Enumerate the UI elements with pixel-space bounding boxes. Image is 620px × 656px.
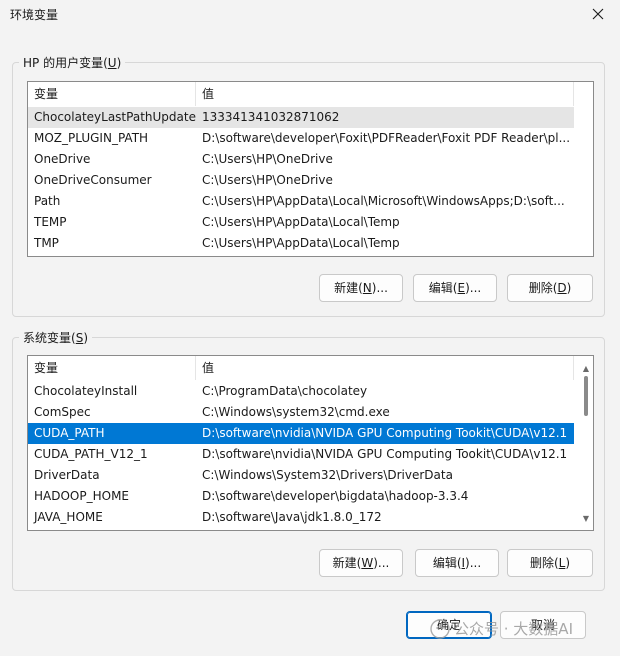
system-variables-group: 系统变量(S) 变量 值 ChocolateyInstall C:\Program… [12, 329, 605, 591]
table-row[interactable]: TEMP C:\Users\HP\AppData\Local\Temp [28, 212, 574, 233]
system-variables-legend: 系统变量(S) [19, 329, 92, 346]
vertical-scrollbar[interactable]: ▲ ▼ [579, 356, 593, 530]
wechat-logo-icon [430, 618, 450, 639]
close-icon [592, 8, 604, 20]
user-delete-button[interactable]: 删除(D) [507, 274, 593, 302]
table-row[interactable]: TMP C:\Users\HP\AppData\Local\Temp [28, 233, 574, 254]
column-header-value[interactable]: 值 [196, 82, 574, 106]
system-new-button[interactable]: 新建(W)... [319, 549, 403, 577]
column-header-variable[interactable]: 变量 [28, 356, 196, 380]
environment-variables-dialog: 环境变量 HP 的用户变量(U) 变量 值 ChocolateyLastPath… [0, 0, 620, 656]
system-edit-button[interactable]: 编辑(I)... [415, 549, 499, 577]
table-row[interactable]: OneDrive C:\Users\HP\OneDrive [28, 149, 574, 170]
user-variables-group: HP 的用户变量(U) 变量 值 ChocolateyLastPathUpdat… [12, 54, 605, 317]
table-row[interactable]: ChocolateyInstall C:\ProgramData\chocolat… [28, 381, 574, 402]
column-header-variable[interactable]: 变量 [28, 82, 196, 106]
user-edit-button[interactable]: 编辑(E)... [413, 274, 497, 302]
system-variable-rows: ChocolateyInstall C:\ProgramData\chocolat… [28, 381, 574, 528]
window-title: 环境变量 [10, 8, 59, 22]
user-new-button[interactable]: 新建(N)... [319, 274, 403, 302]
watermark: 公众号 · 大数据AI [430, 618, 573, 639]
close-button[interactable] [584, 2, 612, 26]
scroll-up-arrow-icon[interactable]: ▲ [581, 364, 591, 374]
list-header: 变量 值 [28, 356, 574, 380]
title-bar: 环境变量 [0, 0, 620, 30]
table-row[interactable]: OneDriveConsumer C:\Users\HP\OneDrive [28, 170, 574, 191]
table-row[interactable]: ChocolateyLastPathUpdate 1333413410328710… [28, 107, 574, 128]
scroll-thumb[interactable] [584, 376, 588, 416]
table-row[interactable]: Path C:\Users\HP\AppData\Local\Microsoft\… [28, 191, 574, 212]
watermark-text: 公众号 · 大数据AI [454, 620, 573, 638]
user-variables-legend: HP 的用户变量(U) [19, 54, 126, 71]
table-row[interactable]: DriverData C:\Windows\System32\Drivers\Dr… [28, 465, 574, 486]
user-variables-list[interactable]: 变量 值 ChocolateyLastPathUpdate 13334134103… [27, 81, 594, 257]
table-row[interactable]: HADOOP_HOME D:\software\developer\bigdata… [28, 486, 574, 507]
table-row[interactable]: CUDA_PATH_V12_1 D:\software\nvidia\NVIDA … [28, 444, 574, 465]
list-header: 变量 值 [28, 82, 574, 106]
column-header-value[interactable]: 值 [196, 356, 574, 380]
scroll-down-arrow-icon[interactable]: ▼ [581, 514, 591, 524]
table-row-selected[interactable]: CUDA_PATH D:\software\nvidia\NVIDA GPU Co… [28, 423, 574, 444]
system-variables-list[interactable]: 变量 值 ChocolateyInstall C:\ProgramData\cho… [27, 355, 594, 531]
user-variable-rows: ChocolateyLastPathUpdate 1333413410328710… [28, 107, 574, 254]
table-row[interactable]: JAVA_HOME D:\software\Java\jdk1.8.0_172 [28, 507, 574, 528]
system-delete-button[interactable]: 删除(L) [507, 549, 593, 577]
table-row[interactable]: ComSpec C:\Windows\system32\cmd.exe [28, 402, 574, 423]
table-row[interactable]: MOZ_PLUGIN_PATH D:\software\developer\Fox… [28, 128, 574, 149]
